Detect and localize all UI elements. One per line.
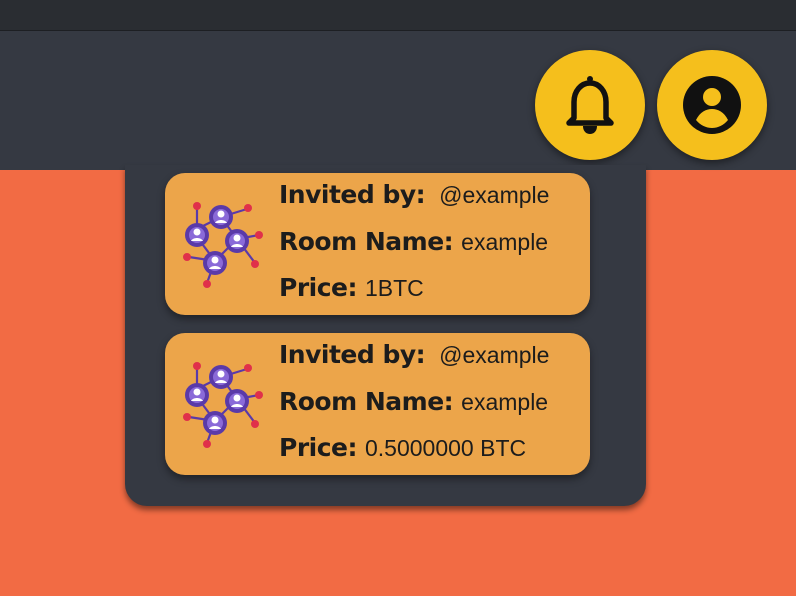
room-name-row: Room Name: example: [279, 227, 548, 256]
price-row: Price: 0.5000000 BTC: [279, 433, 526, 462]
network-people-icon: [183, 362, 263, 448]
invited-by-value: @example: [439, 342, 550, 368]
network-people-icon: [183, 202, 263, 288]
invited-by-value: @example: [439, 182, 550, 208]
price-value: 1BTC: [365, 275, 424, 301]
room-name-value: example: [461, 229, 549, 255]
price-row: Price: 1BTC: [279, 273, 424, 302]
room-name-value: example: [461, 389, 549, 415]
bell-icon: [566, 76, 614, 134]
price-value: 0.5000000 BTC: [365, 435, 527, 461]
invite-card[interactable]: Invited by: @example Room Name: example Pr…: [165, 333, 590, 475]
user-circle-icon: [683, 76, 741, 134]
invited-by-label: Invited by:: [279, 180, 426, 209]
invite-card[interactable]: Invited by: @example Room Name: example Pr…: [165, 173, 590, 315]
notifications-button[interactable]: [535, 50, 645, 160]
invited-by-row: Invited by: @example: [279, 340, 549, 369]
price-label: Price:: [279, 433, 358, 462]
account-button[interactable]: [657, 50, 767, 160]
room-name-label: Room Name:: [279, 387, 454, 416]
room-name-row: Room Name: example: [279, 387, 548, 416]
invitations-dropdown: Invited by: @example Room Name: example Pr…: [125, 165, 646, 506]
room-name-label: Room Name:: [279, 227, 454, 256]
window-top-bar: [0, 0, 796, 31]
price-label: Price:: [279, 273, 358, 302]
invited-by-label: Invited by:: [279, 340, 426, 369]
invited-by-row: Invited by: @example: [279, 180, 549, 209]
